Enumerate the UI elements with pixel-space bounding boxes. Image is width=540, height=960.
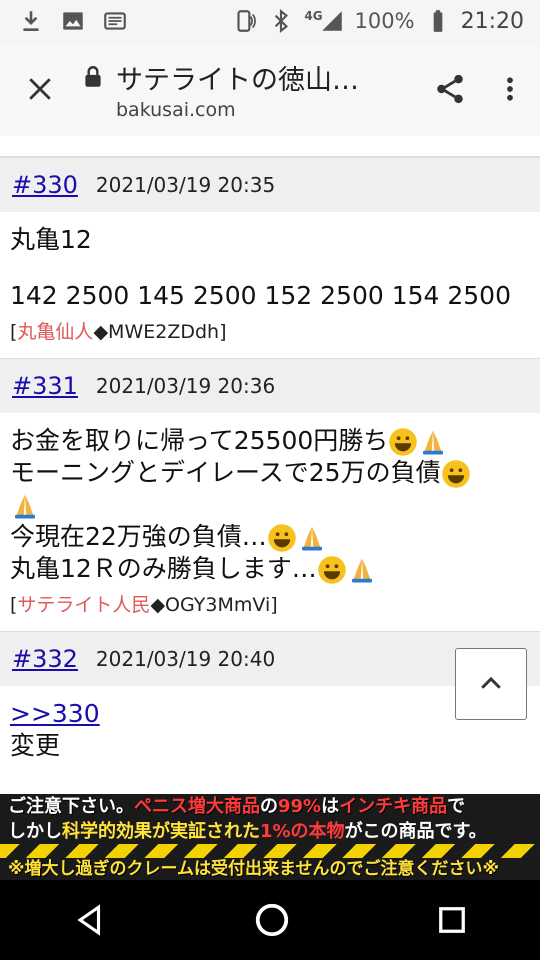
url-area[interactable]: サテライトの徳山… bakusai.com bbox=[80, 58, 420, 121]
post-number-link[interactable]: #330 bbox=[12, 171, 78, 199]
share-icon bbox=[437, 74, 463, 104]
page-title: サテライトの徳山… bbox=[116, 64, 359, 96]
bluetooth-icon bbox=[275, 8, 289, 34]
folded-hands-emoji-icon bbox=[351, 558, 372, 583]
home-circle-icon[interactable] bbox=[253, 901, 291, 939]
caution-tape bbox=[0, 844, 540, 858]
system-nav-bar bbox=[0, 880, 540, 960]
reply-anchor-link[interactable]: >>330 bbox=[10, 699, 100, 728]
status-bar: 4G 100% 21:20 bbox=[0, 0, 540, 42]
post-line-text: 丸亀12Ｒのみ勝負します… bbox=[10, 554, 317, 583]
folded-hands-emoji-icon bbox=[301, 526, 322, 551]
post-line: 変更 bbox=[10, 731, 61, 760]
banner-line-3: ※増大し過ぎのクレームは受付出来ませんのでご注意ください※ bbox=[8, 859, 500, 879]
post-line-text: お金を取りに帰って25500円勝ち bbox=[10, 426, 389, 455]
folded-hands-emoji-icon bbox=[423, 430, 444, 455]
battery-icon bbox=[433, 10, 442, 32]
author-id: ◆MWE2ZDdh] bbox=[93, 321, 227, 343]
post-line: 今現在22万強の負債… bbox=[10, 521, 530, 553]
post-line: 丸亀12 bbox=[10, 225, 92, 254]
browser-toolbar: サテライトの徳山… bakusai.com bbox=[0, 42, 540, 136]
banner-text: 1%の本物 bbox=[260, 821, 345, 842]
banner-line-2: しかし科学的効果が実証された1%の本物がこの商品です。 bbox=[0, 820, 540, 844]
grinning-face-emoji-icon bbox=[441, 460, 470, 488]
post-date: 2021/03/19 20:36 bbox=[95, 374, 276, 398]
post-header: #331 2021/03/19 20:36 bbox=[0, 358, 540, 413]
post-header: #330 2021/03/19 20:35 bbox=[0, 157, 540, 212]
grinning-face-emoji-icon bbox=[389, 428, 418, 456]
author-name-link[interactable]: サテライト人民 bbox=[17, 594, 150, 616]
post-number-link[interactable]: #332 bbox=[12, 645, 78, 673]
post-line: 丸亀12Ｒのみ勝負します… bbox=[10, 553, 530, 585]
post-number-link[interactable]: #331 bbox=[12, 372, 78, 400]
post-line-text: モーニングとデイレースで25万の負債 bbox=[10, 458, 441, 487]
author-name-link[interactable]: 丸亀仙人 bbox=[17, 321, 93, 343]
back-triangle-icon[interactable] bbox=[73, 903, 107, 937]
post-date: 2021/03/19 20:35 bbox=[95, 173, 276, 197]
banner-text: 科学的効果が実証された bbox=[62, 821, 260, 842]
post-line: お金を取りに帰って25500円勝ち bbox=[10, 425, 530, 457]
grinning-face-emoji-icon bbox=[318, 556, 346, 584]
recents-square-icon[interactable] bbox=[437, 905, 467, 935]
image-icon bbox=[63, 12, 83, 30]
post-author: [サテライト人民◆OGY3MmVi] bbox=[10, 594, 278, 616]
banner-text: しかし bbox=[8, 821, 62, 842]
battery-percent: 100% bbox=[354, 9, 415, 33]
grinning-face-emoji-icon bbox=[268, 524, 296, 552]
chevron-up-icon bbox=[481, 676, 501, 689]
banner-text: で bbox=[447, 796, 466, 817]
post-author: [丸亀仙人◆MWE2ZDdh] bbox=[10, 321, 227, 343]
banner-line-1: ご注意下さい。ペニス増大商品の99%はインチキ商品で bbox=[0, 794, 540, 820]
banner-text: の bbox=[260, 796, 278, 817]
banner-text: 99% bbox=[278, 796, 322, 817]
ad-banner[interactable]: ご注意下さい。ペニス増大商品の99%はインチキ商品で しかし科学的効果が実証され… bbox=[0, 794, 540, 880]
author-id: ◆OGY3MmVi] bbox=[150, 594, 278, 616]
previous-post-tail bbox=[0, 136, 540, 157]
scroll-to-top-button[interactable] bbox=[455, 648, 527, 720]
share-button[interactable] bbox=[420, 42, 480, 136]
banner-text: は bbox=[321, 796, 340, 817]
banner-text: ペニス増大商品 bbox=[134, 796, 260, 817]
folded-hands-emoji-icon bbox=[15, 494, 35, 519]
post-line-text: 今現在22万強の負債… bbox=[10, 522, 267, 551]
post-body: お金を取りに帰って25500円勝ち モーニングとデイレースで25万の負債 今現在… bbox=[0, 413, 540, 631]
lock-icon bbox=[85, 66, 101, 87]
post-body: 丸亀12 142 2500 145 2500 152 2500 154 2500… bbox=[0, 212, 540, 358]
banner-text: ご注意下さい。 bbox=[8, 796, 134, 817]
banner-text: インチキ商品 bbox=[339, 796, 448, 817]
close-button[interactable] bbox=[0, 42, 80, 136]
close-icon bbox=[29, 78, 51, 100]
post-line: >>330 bbox=[10, 698, 530, 730]
post-line: 142 2500 145 2500 152 2500 154 2500 bbox=[10, 281, 511, 310]
signal-icon bbox=[321, 11, 342, 31]
post-line bbox=[10, 489, 530, 521]
cast-icon bbox=[104, 12, 126, 30]
page-domain: bakusai.com bbox=[116, 98, 236, 121]
overflow-menu-button[interactable] bbox=[480, 42, 540, 136]
more-vert-icon bbox=[507, 77, 513, 101]
banner-text: がこの商品です。 bbox=[344, 821, 487, 842]
download-icon bbox=[23, 11, 39, 31]
nfc-icon bbox=[237, 10, 257, 32]
post-line: モーニングとデイレースで25万の負債 bbox=[10, 457, 530, 489]
post-date: 2021/03/19 20:40 bbox=[95, 647, 276, 671]
clock: 21:20 bbox=[460, 8, 524, 34]
